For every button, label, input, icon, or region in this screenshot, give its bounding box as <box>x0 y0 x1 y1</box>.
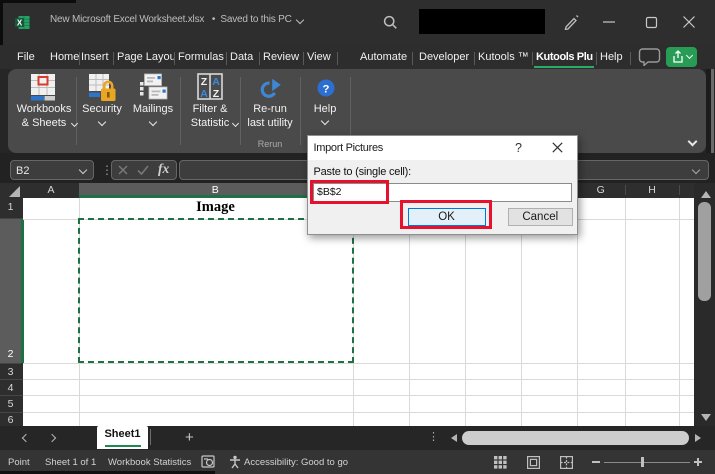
svg-text:X: X <box>17 18 23 27</box>
svg-text:?: ? <box>322 83 329 95</box>
svg-text:A: A <box>212 76 220 88</box>
svg-text:Z: Z <box>201 76 208 88</box>
svg-text:Z: Z <box>213 88 220 100</box>
svg-text:A: A <box>200 88 208 100</box>
